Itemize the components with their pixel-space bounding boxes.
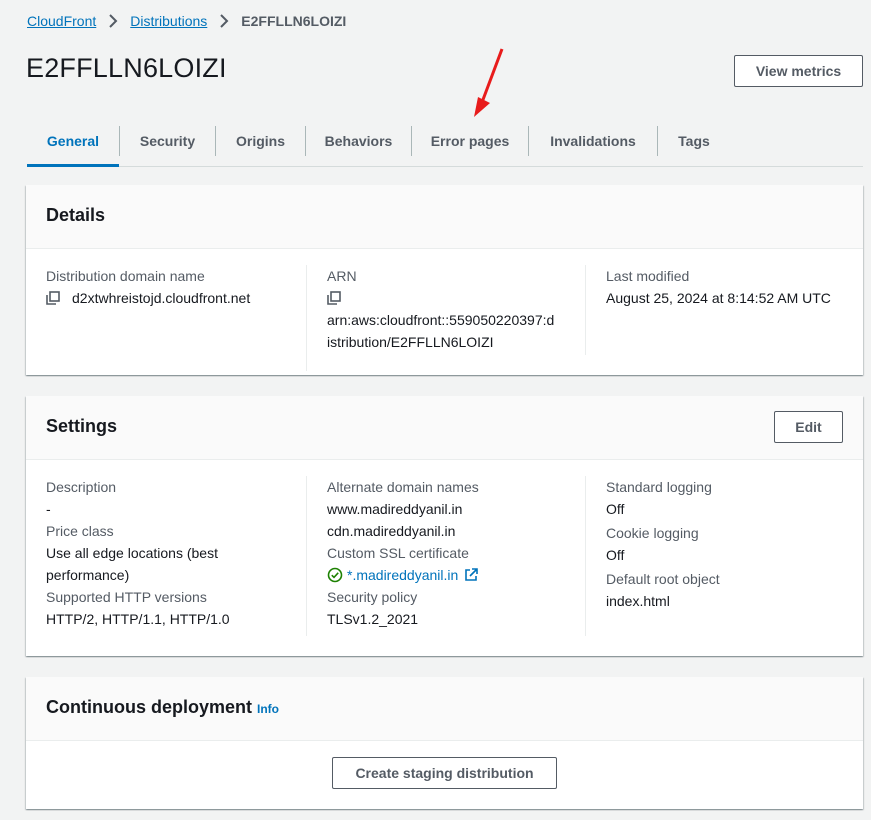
success-check-icon bbox=[327, 567, 343, 583]
details-panel: Details Distribution domain name d2xtwhr… bbox=[26, 185, 863, 375]
domain-value: d2xtwhreistojd.cloudfront.net bbox=[72, 290, 251, 306]
ssl-cert-link[interactable]: *.madireddyanil.in bbox=[347, 564, 458, 586]
info-link[interactable]: Info bbox=[257, 702, 279, 716]
settings-panel: Settings Edit Description - Price class … bbox=[26, 396, 863, 656]
price-class-value-line2: performance) bbox=[46, 567, 130, 583]
breadcrumb: CloudFront Distributions E2FFLLN6LOIZI bbox=[27, 11, 346, 31]
ssl-cert-row: *.madireddyanil.in bbox=[327, 564, 565, 586]
page-title: E2FFLLN6LOIZI bbox=[26, 53, 227, 83]
tab-bar: General Security Origins Behaviors Error… bbox=[27, 116, 863, 167]
cookie-logging-label: Cookie logging bbox=[606, 525, 699, 541]
tab-general[interactable]: General bbox=[27, 116, 119, 167]
details-columns: Distribution domain name d2xtwhreistojd.… bbox=[46, 265, 863, 371]
security-policy-value: TLSv1.2_2021 bbox=[327, 611, 419, 627]
settings-title: Settings bbox=[46, 416, 118, 436]
arn-value-line2: istribution/E2FFLLN6LOIZI bbox=[327, 334, 494, 350]
description-value: - bbox=[46, 501, 51, 517]
http-versions-label: Supported HTTP versions bbox=[46, 589, 207, 605]
details-col-modified: Last modified August 25, 2024 at 8:14:52… bbox=[585, 265, 863, 355]
price-class-value-line1: Use all edge locations (best bbox=[46, 545, 218, 561]
annotation-arrow-icon bbox=[474, 48, 504, 117]
view-metrics-button[interactable]: View metrics bbox=[734, 55, 863, 87]
continuous-deployment-header: Continuous deployment Info bbox=[26, 677, 863, 741]
copy-icon[interactable] bbox=[327, 291, 341, 305]
create-staging-distribution-button[interactable]: Create staging distribution bbox=[332, 757, 557, 789]
standard-logging-label: Standard logging bbox=[606, 479, 712, 495]
settings-header: Settings Edit bbox=[26, 396, 863, 460]
alt-domain-1: www.madireddyanil.in bbox=[327, 501, 463, 517]
tab-security[interactable]: Security bbox=[120, 116, 215, 166]
tab-origins[interactable]: Origins bbox=[216, 116, 305, 166]
alt-domain-2: cdn.madireddyanil.in bbox=[327, 523, 456, 539]
details-col-domain: Distribution domain name d2xtwhreistojd.… bbox=[46, 265, 306, 371]
breadcrumb-distributions-link[interactable]: Distributions bbox=[130, 13, 207, 29]
external-link-icon[interactable] bbox=[464, 568, 479, 582]
alt-domains-label: Alternate domain names bbox=[327, 479, 479, 495]
continuous-deployment-panel: Continuous deployment Info Create staging… bbox=[26, 677, 863, 809]
details-col-arn: ARN arn:aws:cloudfront::559050220397:d i… bbox=[306, 265, 585, 371]
http-versions-value: HTTP/2, HTTP/1.1, HTTP/1.0 bbox=[46, 611, 230, 627]
standard-logging-value: Off bbox=[606, 501, 625, 517]
details-title: Details bbox=[46, 205, 106, 225]
modified-label: Last modified bbox=[606, 268, 690, 284]
chevron-right-icon bbox=[104, 12, 122, 30]
copy-icon[interactable] bbox=[46, 291, 60, 305]
arn-value-line1: arn:aws:cloudfront::559050220397:d bbox=[327, 312, 555, 328]
default-root-object-label: Default root object bbox=[606, 571, 720, 587]
breadcrumb-cloudfront-link[interactable]: CloudFront bbox=[27, 13, 96, 29]
cookie-logging-value: Off bbox=[606, 547, 625, 563]
breadcrumb-current: E2FFLLN6LOIZI bbox=[241, 13, 347, 29]
edit-settings-button[interactable]: Edit bbox=[774, 411, 843, 443]
continuous-deployment-title-text: Continuous deployment bbox=[46, 697, 252, 717]
tab-invalidations[interactable]: Invalidations bbox=[529, 116, 657, 166]
tab-tags[interactable]: Tags bbox=[658, 116, 730, 166]
details-header: Details bbox=[26, 185, 863, 249]
settings-col-2: Alternate domain names www.madireddyanil… bbox=[306, 476, 585, 636]
security-policy-label: Security policy bbox=[327, 589, 418, 605]
settings-col-1: Description - Price class Use all edge l… bbox=[46, 476, 306, 636]
settings-col-3: Standard logging Off Cookie logging Off … bbox=[585, 476, 863, 636]
domain-label: Distribution domain name bbox=[46, 268, 205, 284]
tab-behaviors[interactable]: Behaviors bbox=[306, 116, 411, 166]
chevron-right-icon bbox=[215, 12, 233, 30]
settings-columns: Description - Price class Use all edge l… bbox=[46, 476, 863, 636]
price-class-label: Price class bbox=[46, 523, 114, 539]
continuous-deployment-title: Continuous deployment Info bbox=[46, 697, 279, 718]
description-label: Description bbox=[46, 479, 117, 495]
ssl-cert-label: Custom SSL certificate bbox=[327, 545, 469, 561]
modified-value: August 25, 2024 at 8:14:52 AM UTC bbox=[606, 290, 831, 306]
default-root-object-value: index.html bbox=[606, 593, 670, 609]
arn-label: ARN bbox=[327, 268, 357, 284]
